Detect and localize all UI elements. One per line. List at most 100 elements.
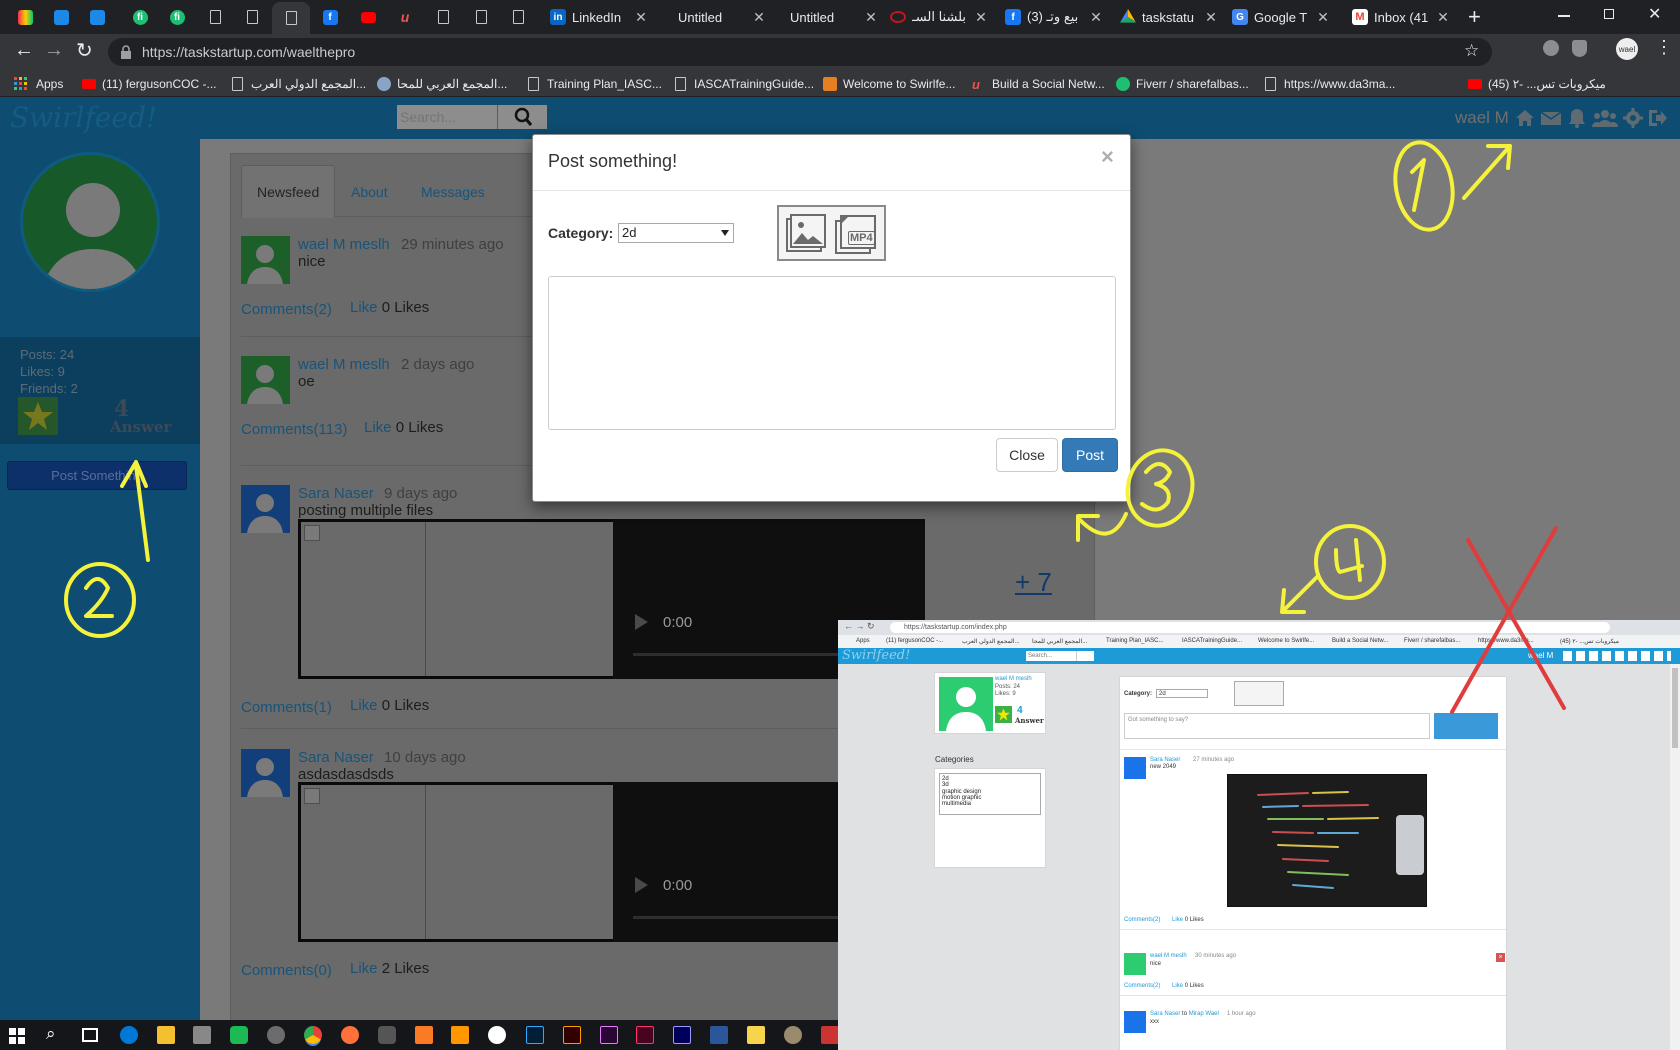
pinned-tab-youtube[interactable] [353, 4, 383, 30]
extension-icon[interactable] [1543, 40, 1559, 56]
envelope-icon[interactable] [1540, 107, 1562, 129]
minimize-icon[interactable] [1558, 15, 1570, 17]
profile-avatar-icon[interactable]: wael [1616, 38, 1638, 60]
comments-link[interactable]: Comments(1) [241, 699, 332, 716]
illustrator-icon[interactable] [563, 1026, 581, 1044]
reload-icon[interactable]: ↻ [76, 38, 93, 63]
firefox-icon[interactable] [341, 1026, 359, 1044]
close-button[interactable]: Close [996, 438, 1058, 472]
file-explorer-icon[interactable] [157, 1026, 175, 1044]
premiere-icon[interactable] [600, 1026, 618, 1044]
bookmark-youtube[interactable]: (11) fergusonCOC -... [82, 75, 216, 93]
bookmark-da3ma[interactable]: https://www.da3ma... [1265, 75, 1395, 93]
after-effects-icon[interactable] [673, 1026, 691, 1044]
tab-untitled-2[interactable]: Untitled ✕ [780, 4, 880, 30]
sign-out-icon[interactable] [1646, 107, 1668, 129]
post-image[interactable] [298, 519, 616, 679]
author-avatar[interactable] [241, 236, 290, 284]
tab-google-translate[interactable]: G Google T ✕ [1232, 4, 1332, 30]
post-author[interactable]: Sara Naser [298, 485, 374, 502]
pinned-tab-doc-3[interactable] [428, 4, 458, 30]
taskbar-search-icon[interactable]: ⌕ [46, 1024, 56, 1044]
tab-newsfeed[interactable]: Newsfeed [241, 165, 336, 218]
like-link[interactable]: Like [364, 419, 392, 436]
post-author[interactable]: wael M meslh [298, 236, 390, 253]
shield-app-icon[interactable] [230, 1026, 248, 1044]
comments-link[interactable]: Comments(0) [241, 962, 332, 979]
modal-close-icon[interactable]: × [1101, 146, 1114, 168]
site-search-input[interactable] [397, 105, 497, 129]
store-icon[interactable] [193, 1026, 211, 1044]
nav-username[interactable]: wael M [1455, 108, 1509, 128]
bookmark-star-icon[interactable]: ☆ [1464, 41, 1479, 61]
tab-google-drive[interactable]: taskstatu ✕ [1120, 4, 1220, 30]
home-icon[interactable] [1514, 107, 1536, 129]
edge-icon[interactable] [120, 1026, 138, 1044]
pinned-tab-udemy[interactable]: u [390, 4, 420, 30]
more-media-link[interactable]: + 7 [1015, 567, 1052, 598]
bookmark-arabic-1[interactable]: المجمع الدولي العرب... [232, 75, 366, 93]
popcorn-icon[interactable] [821, 1026, 839, 1044]
sticky-notes-icon[interactable] [747, 1026, 765, 1044]
tab-toyota[interactable]: بلشنا السـ ✕ [890, 4, 990, 30]
pinned-tab-doc[interactable] [200, 4, 230, 30]
tab-gmail[interactable]: M Inbox (41 ✕ [1352, 4, 1452, 30]
users-icon[interactable] [1592, 107, 1618, 129]
post-textarea[interactable] [548, 276, 1116, 430]
media-upload-button[interactable]: MP4 [777, 205, 886, 261]
indesign-icon[interactable] [636, 1026, 654, 1044]
pinned-tab-fiverr-2[interactable]: fi [162, 4, 192, 30]
close-icon[interactable]: ✕ [632, 9, 650, 26]
close-icon[interactable]: ✕ [1087, 9, 1105, 26]
post-image[interactable] [298, 782, 616, 942]
comments-link[interactable]: Comments(113) [241, 421, 347, 438]
comments-link[interactable]: Comments(2) [241, 301, 332, 318]
author-avatar[interactable] [241, 485, 290, 533]
post-something-button[interactable]: Post Something [7, 461, 187, 490]
pinned-tab-pcloud-2[interactable] [82, 4, 112, 30]
tab-messages[interactable]: Messages [406, 165, 500, 218]
address-bar[interactable]: https://taskstartup.com/waelthepro ☆ [108, 38, 1492, 66]
author-avatar[interactable] [241, 749, 290, 797]
restore-icon[interactable] [1604, 9, 1614, 19]
close-icon[interactable]: ✕ [750, 9, 768, 26]
tab-linkedin[interactable]: in LinkedIn ✕ [550, 4, 650, 30]
pinned-tab-doc-5[interactable] [503, 4, 533, 30]
close-icon[interactable]: ✕ [1202, 9, 1220, 26]
play-icon[interactable] [635, 877, 648, 893]
pinned-tab-doc-4[interactable] [466, 4, 496, 30]
play-icon[interactable] [635, 614, 648, 630]
pinned-tab-monday[interactable] [10, 4, 40, 30]
profile-avatar[interactable] [20, 152, 160, 292]
bookmark-social-network[interactable]: u Build a Social Netw... [972, 75, 1105, 93]
post-author[interactable]: wael M meslh [298, 356, 390, 373]
post-author[interactable]: Sara Naser [298, 749, 374, 766]
bookmark-training-guide[interactable]: IASCATrainingGuide... [675, 75, 814, 93]
forward-icon[interactable]: → [44, 39, 64, 62]
category-select[interactable]: 2d [618, 223, 734, 243]
like-link[interactable]: Like [350, 960, 378, 977]
close-icon[interactable]: ✕ [972, 9, 990, 26]
site-search-button[interactable] [497, 105, 547, 129]
sublime-icon[interactable] [451, 1026, 469, 1044]
pinned-tab-active[interactable] [272, 2, 310, 34]
window-close-icon[interactable]: ✕ [1648, 4, 1661, 24]
bell-icon[interactable] [1566, 107, 1588, 129]
bookmark-apps[interactable]: Apps [14, 75, 63, 93]
maps-icon[interactable] [267, 1026, 285, 1044]
word-icon[interactable] [710, 1026, 728, 1044]
post-submit-button[interactable]: Post [1062, 438, 1118, 472]
tab-facebook[interactable]: f (3) بيع وتـ ✕ [1005, 4, 1105, 30]
tab-about[interactable]: About [336, 165, 403, 218]
pinned-tab-pcloud[interactable] [46, 4, 76, 30]
bookmark-fiverr[interactable]: Fiverr / sharefalbas... [1116, 75, 1249, 93]
obs-icon[interactable] [378, 1026, 396, 1044]
xampp-icon[interactable] [415, 1026, 433, 1044]
close-icon[interactable]: ✕ [1434, 9, 1452, 26]
menu-icon[interactable]: ⋮ [1655, 37, 1673, 58]
bookmark-arabic-2[interactable]: المجمع العربي للمحا... [377, 75, 507, 93]
pinned-tab-doc-2[interactable] [237, 4, 267, 30]
bookmark-training-plan[interactable]: Training Plan_IASC... [528, 75, 662, 93]
gear-icon[interactable] [1622, 107, 1644, 129]
back-icon[interactable]: ← [14, 39, 34, 62]
